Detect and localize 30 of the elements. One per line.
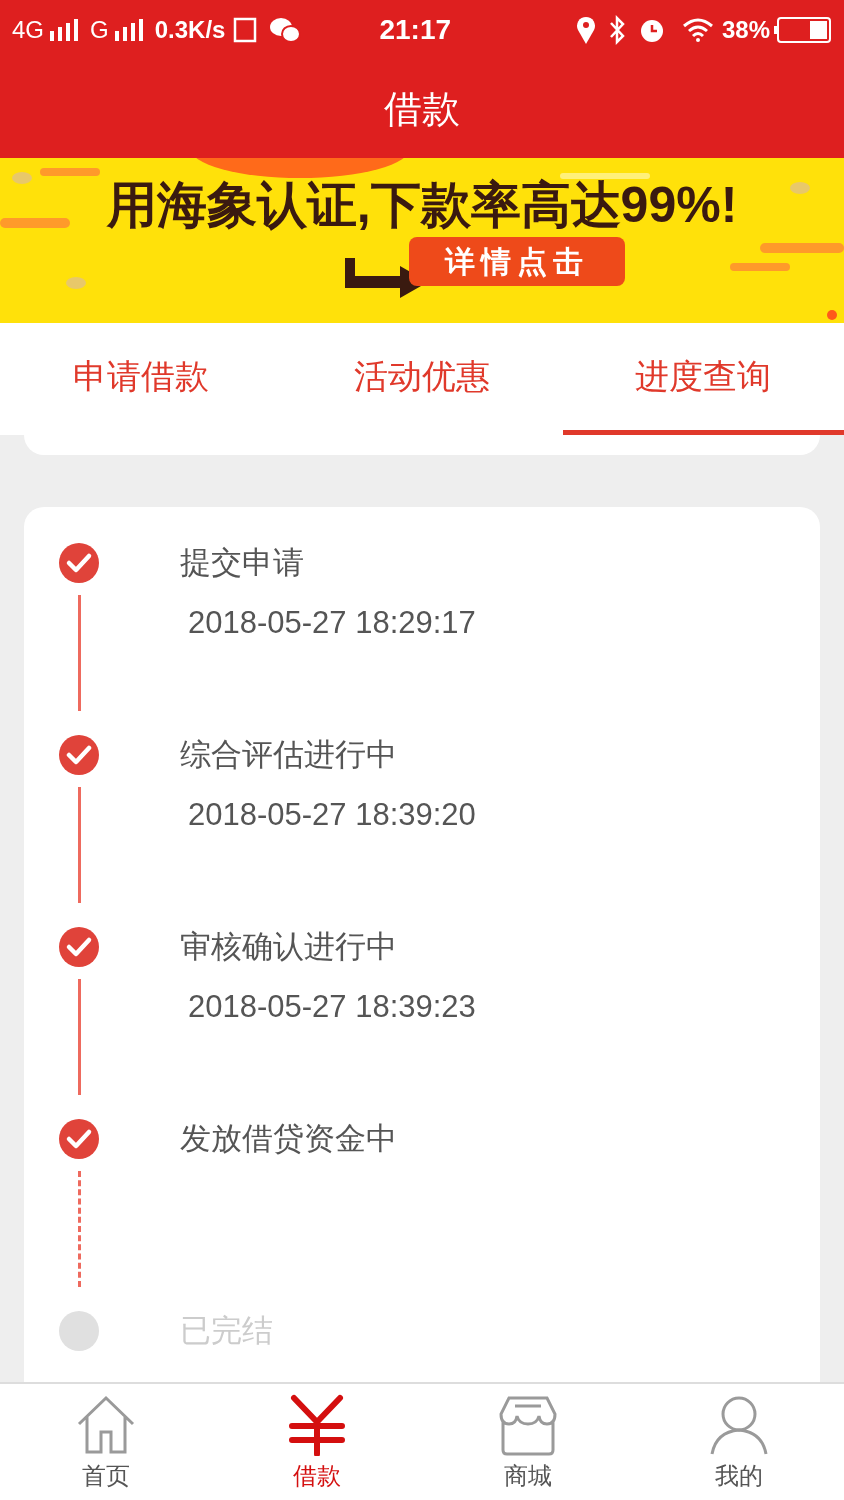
page-title: 借款 xyxy=(384,86,460,132)
step-time: 2018-05-27 18:29:17 xyxy=(188,604,476,642)
signal-icon xyxy=(112,19,143,41)
signal-icon xyxy=(48,19,78,41)
nav-tab[interactable]: 我的 xyxy=(633,1384,844,1500)
clock-time: 21:17 xyxy=(379,13,452,47)
promo-banner[interactable]: 用海象认证,下款率高达99%! 详情点击 xyxy=(0,158,844,323)
step-time: 2018-05-27 18:39:20 xyxy=(188,796,476,834)
step-title: 综合评估进行中 xyxy=(180,736,398,774)
nav-tab[interactable]: 首页 xyxy=(0,1384,211,1500)
network-label: G xyxy=(90,15,109,45)
nav-tab[interactable]: 商城 xyxy=(422,1384,633,1500)
battery-icon xyxy=(774,17,832,43)
tab[interactable]: 申请借款 xyxy=(0,323,282,435)
notification-icon xyxy=(233,17,258,43)
location-icon xyxy=(575,16,596,44)
nav-tab[interactable]: 借款 xyxy=(211,1384,422,1500)
step-title: 发放借贷资金中 xyxy=(180,1120,397,1158)
wifi-icon xyxy=(681,18,714,42)
speed-label: 0.3K/s xyxy=(154,15,226,45)
chat-icon xyxy=(269,16,302,44)
banner-headline: 用海象认证,下款率高达99%! xyxy=(106,176,738,235)
network-label: 4G xyxy=(12,15,44,45)
step-time: 2018-05-27 18:39:23 xyxy=(188,988,476,1026)
step-title: 提交申请 xyxy=(180,544,305,582)
step-title: 审核确认进行中 xyxy=(180,928,398,966)
battery-percent: 38% xyxy=(721,15,770,45)
bluetooth-icon xyxy=(607,15,626,45)
details-button[interactable]: 详情点击 xyxy=(409,237,625,286)
tab[interactable]: 活动优惠 xyxy=(281,323,563,435)
